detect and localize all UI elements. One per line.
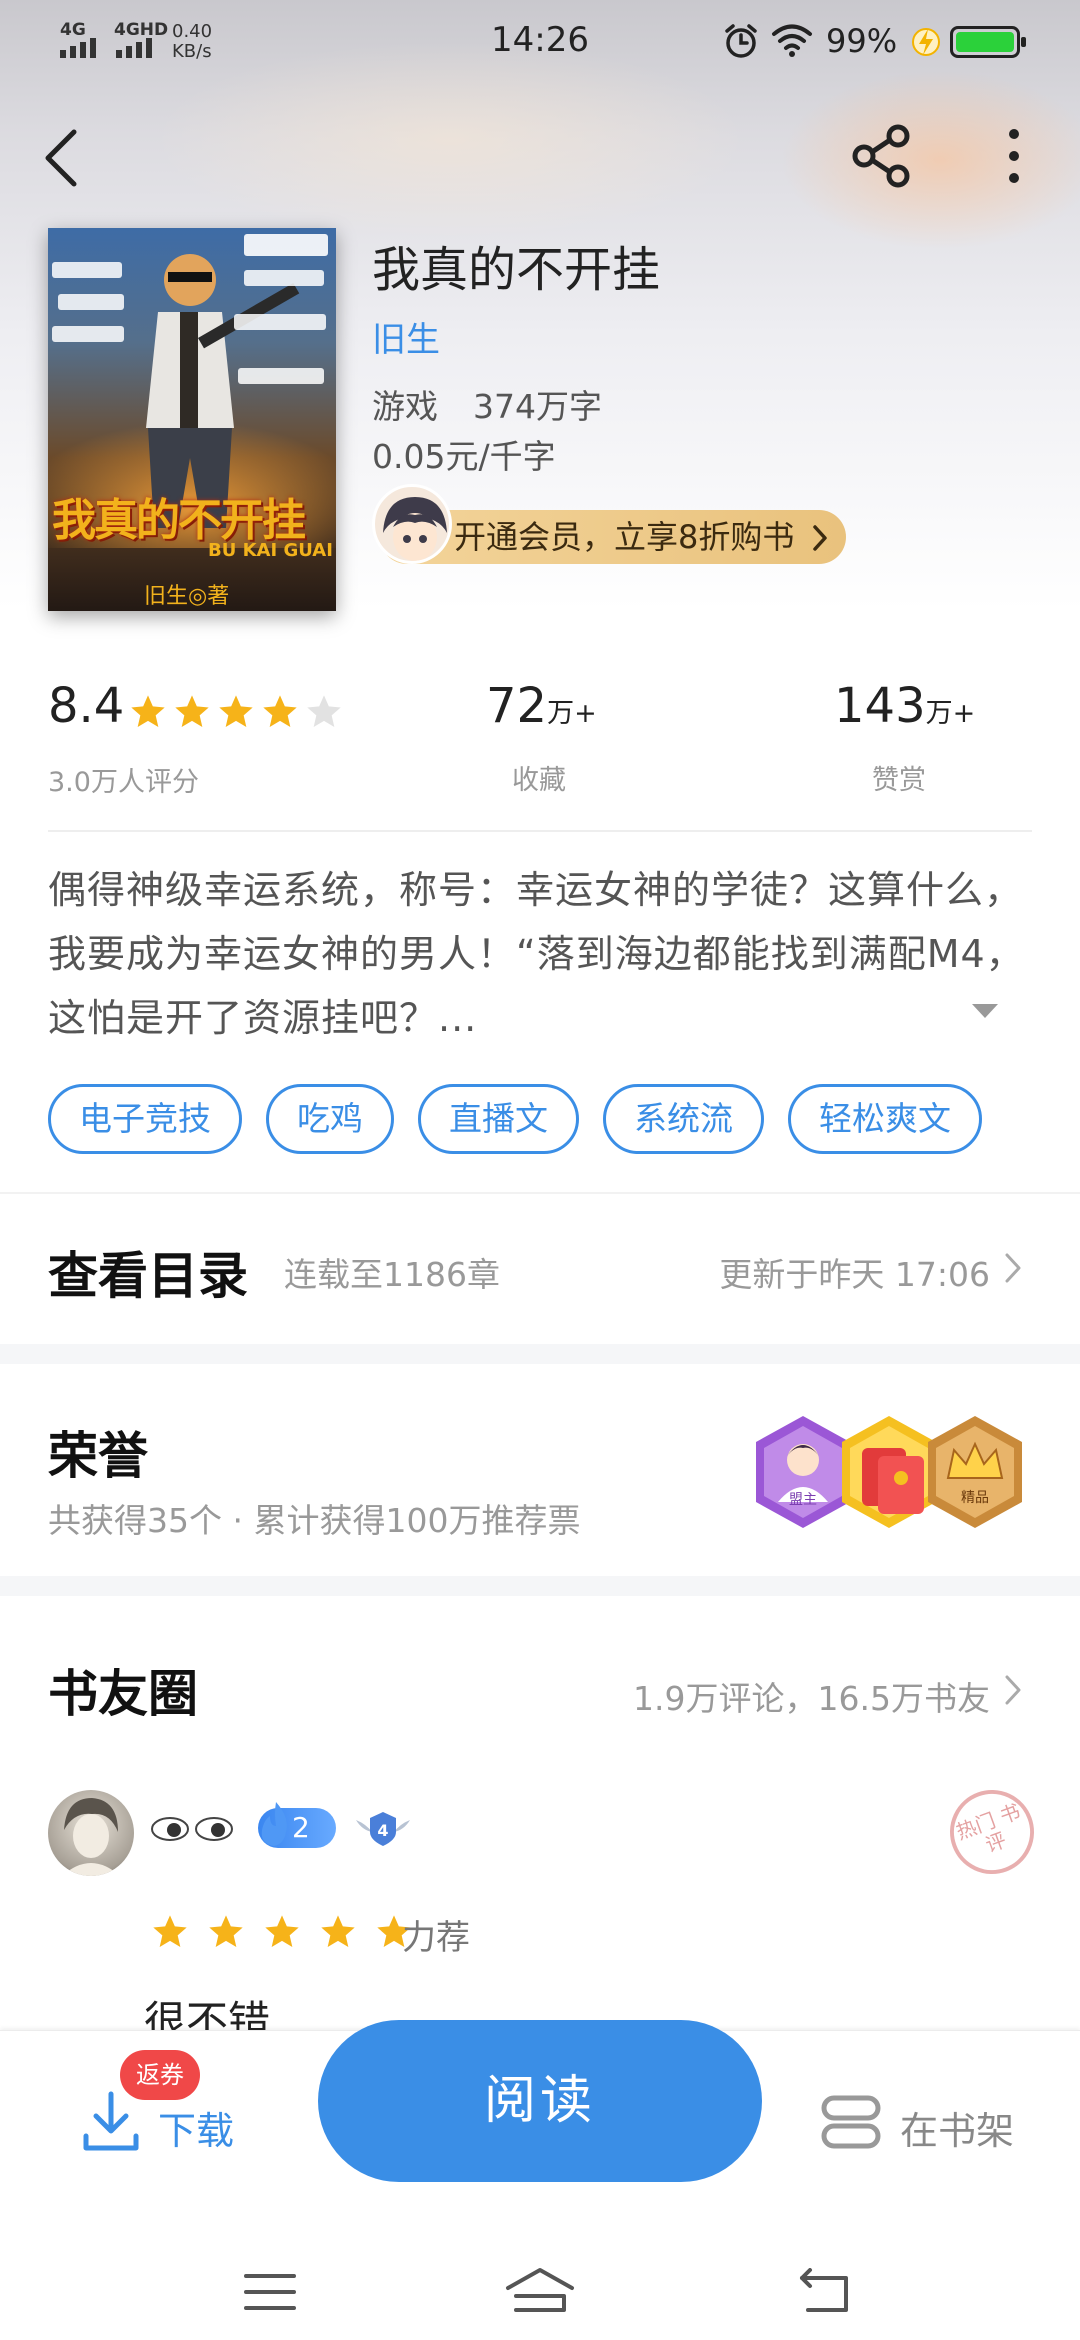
favorites-count: 72万+ <box>486 678 597 734</box>
section-separator <box>0 1576 1080 1596</box>
home-icon[interactable] <box>504 2266 576 2314</box>
author-link[interactable]: 旧生 <box>372 312 440 361</box>
favorites-label: 收藏 <box>512 765 566 796</box>
honor-summary: 共获得35个 · 累计获得100万推荐票 <box>48 1501 581 1540</box>
alarm-icon <box>725 24 757 58</box>
star-filled-icon <box>318 1912 358 1956</box>
tag-chip[interactable]: 吃鸡 <box>266 1084 394 1154</box>
download-icon <box>83 2091 139 2151</box>
tag-chip[interactable]: 电子竞技 <box>48 1084 242 1154</box>
catalog-progress: 连载至1186章 <box>284 1255 500 1294</box>
bookshelf-icon <box>821 2095 881 2149</box>
tag-chip[interactable]: 轻松爽文 <box>788 1084 982 1154</box>
share-icon[interactable] <box>850 124 914 188</box>
rating-stars <box>128 692 344 736</box>
chevron-right-icon <box>1005 1253 1021 1283</box>
badge-label: 精品 <box>961 1490 989 1506</box>
synopsis[interactable]: 偶得神级幸运系统，称号：幸运女神的学徒？这算什么，我要成为幸运女神的男人！“落到… <box>48 858 1038 1050</box>
system-navigation-bar <box>0 2220 1080 2340</box>
vip-avatar <box>372 484 452 564</box>
book-title: 我真的不开挂 <box>372 242 661 298</box>
expand-caret-icon[interactable] <box>972 1004 998 1018</box>
eyes-emoji-icon <box>151 1817 233 1841</box>
genre-wordcount: 游戏 374万字 <box>372 380 602 428</box>
battery-icon <box>950 26 1026 58</box>
catalog-updated: 更新于昨天 17:06 <box>719 1255 990 1294</box>
star-filled-icon <box>216 692 256 736</box>
stats-row: 8.4 3.0万人评分 72万+ 收藏 143万+ 赞赏 <box>0 672 1080 802</box>
divider <box>0 1192 1080 1194</box>
download-label: 下载 <box>158 2109 235 2153</box>
coupon-badge: 返券 <box>120 2050 200 2100</box>
flame-icon <box>261 1802 287 1846</box>
tag-chip[interactable]: 系统流 <box>603 1084 764 1154</box>
catalog-title: 查看目录 <box>48 1246 248 1305</box>
tag-chip[interactable]: 直播文 <box>418 1084 579 1154</box>
rating-score: 8.4 <box>48 678 125 734</box>
rating-count: 3.0万人评分 <box>48 767 199 798</box>
honor-title: 荣誉 <box>48 1426 148 1485</box>
star-filled-icon <box>172 692 212 736</box>
cover-title: 我真的不开挂 <box>52 495 306 546</box>
circle-summary: 1.9万评论，16.5万书友 <box>633 1679 990 1718</box>
word-count: 374万字 <box>473 387 602 426</box>
genre: 游戏 <box>372 387 438 426</box>
comment-rating-word: 力荐 <box>402 1918 470 1958</box>
chevron-right-icon <box>813 525 828 551</box>
star-filled-icon <box>206 1912 246 1956</box>
star-filled-icon <box>260 692 300 736</box>
rank-wing-badge-icon: 4 <box>356 1812 410 1846</box>
vip-promo-label: 开通会员，立享8折购书 <box>454 518 795 556</box>
rewards-label: 赞赏 <box>872 765 926 796</box>
back-nav-icon[interactable] <box>796 2268 852 2314</box>
premium-badge-icon: 精品 <box>928 1416 1022 1528</box>
read-button[interactable]: 阅读 <box>318 2020 762 2182</box>
cover-subtitle: BU KAI GUAI <box>208 540 333 561</box>
user-avatar[interactable] <box>48 1790 134 1876</box>
rank-number: 4 <box>377 1821 388 1840</box>
comment-rating-stars <box>150 1912 414 1956</box>
bookshelf-label: 在书架 <box>900 2109 1015 2153</box>
badge-label: 盟主 <box>789 1492 817 1508</box>
divider <box>48 830 1032 832</box>
star-filled-icon <box>128 692 168 736</box>
wifi-icon <box>772 24 812 57</box>
book-cover[interactable]: 我真的不开挂 BU KAI GUAI 旧生◎著 <box>48 228 336 611</box>
chevron-right-icon <box>1005 1675 1021 1705</box>
section-separator <box>0 1344 1080 1364</box>
rewards-count: 143万+ <box>834 678 976 734</box>
price: 0.05元/千字 <box>372 437 556 476</box>
circle-title: 书友圈 <box>48 1664 198 1723</box>
tag-list: 电子竞技 吃鸡 直播文 系统流 轻松爽文 <box>48 1084 982 1154</box>
cover-author: 旧生◎著 <box>144 584 230 609</box>
hot-review-stamp: 热门 书评 <box>938 1778 1046 1886</box>
background-glow <box>780 70 1080 250</box>
menu-icon[interactable] <box>244 2272 296 2312</box>
charging-icon <box>912 28 940 56</box>
star-empty-icon <box>304 692 344 736</box>
battery-percent: 99% <box>826 22 898 60</box>
star-filled-icon <box>262 1912 302 1956</box>
star-filled-icon <box>150 1912 190 1956</box>
back-arrow-icon[interactable] <box>40 126 84 190</box>
status-bar: 4G 4GHD 0.40 KB/s 14:26 99% <box>0 0 1080 84</box>
more-vertical-icon[interactable] <box>1004 126 1024 186</box>
